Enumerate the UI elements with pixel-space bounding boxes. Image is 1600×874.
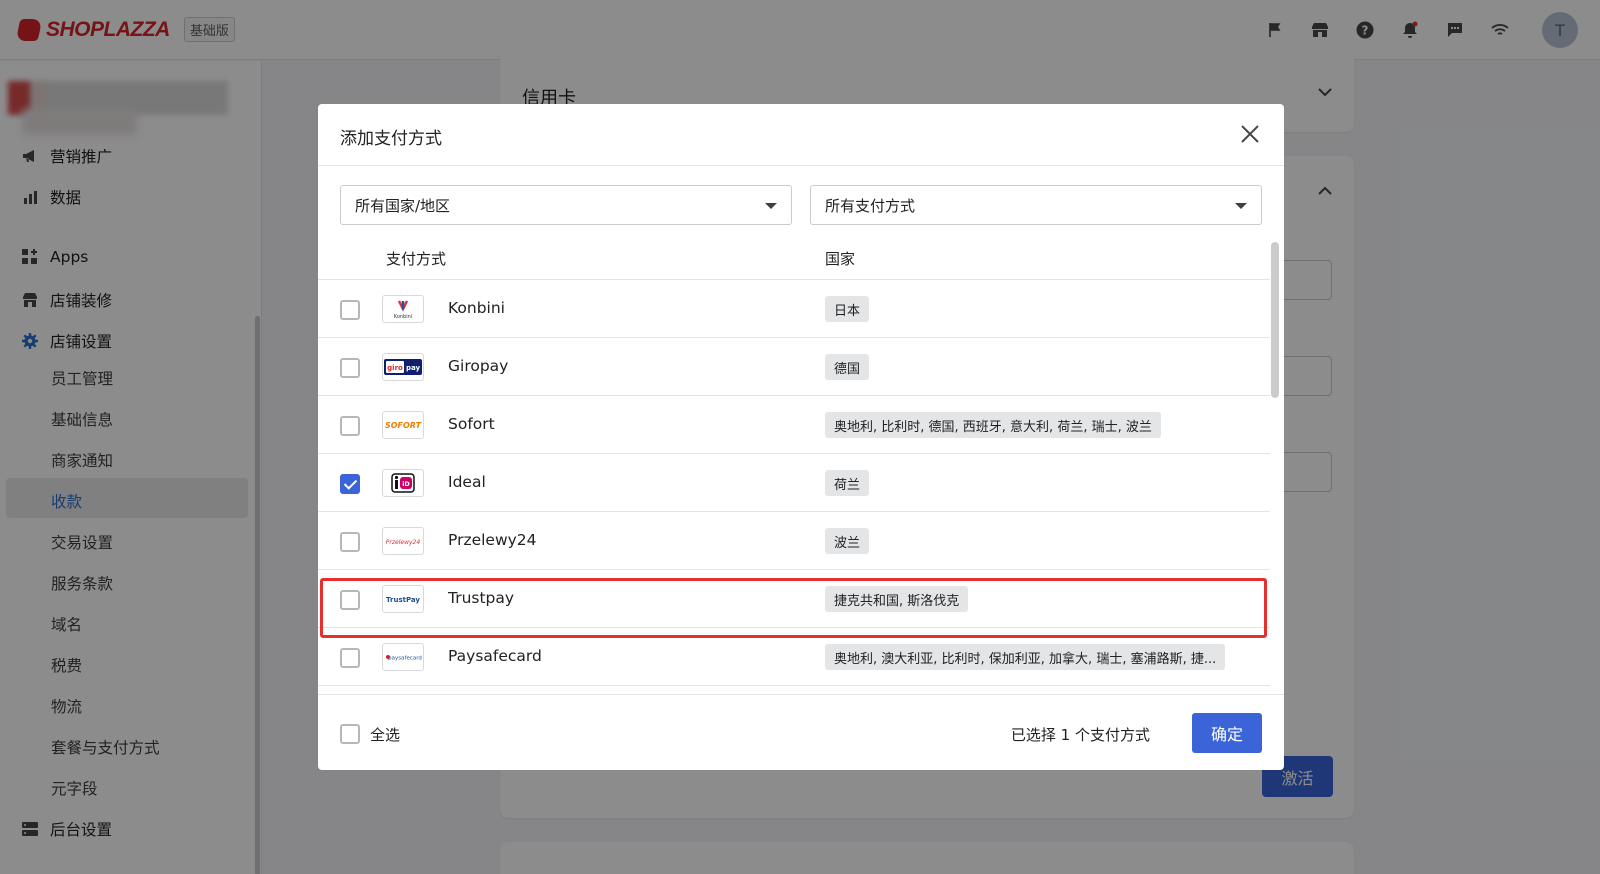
- column-header-country: 国家: [825, 250, 856, 268]
- country-tag: 荷兰: [825, 470, 870, 496]
- row-checkbox[interactable]: [340, 532, 360, 552]
- table-row[interactable]: Przelewy24 Przelewy24 波兰: [318, 512, 1270, 570]
- country-tag: 奥地利, 澳大利亚, 比利时, 保加利亚, 加拿大, 瑞士, 塞浦路斯, 捷..…: [825, 644, 1226, 670]
- svg-text:paysafecard: paysafecard: [388, 656, 422, 662]
- svg-text:Przelewy24: Przelewy24: [386, 539, 421, 546]
- payment-method-list: 支付方式 国家 Konbini Konbini 日本 giro pay Girop…: [318, 232, 1270, 694]
- row-checkbox[interactable]: [340, 416, 360, 436]
- svg-text:pay: pay: [406, 364, 421, 372]
- table-row[interactable]: giro pay Giropay 德国: [318, 338, 1270, 396]
- country-tag: 波兰: [825, 528, 870, 554]
- caret-down-icon: [765, 203, 777, 209]
- modal-header: 添加支付方式: [318, 104, 1284, 166]
- select-all-checkbox-wrap[interactable]: [340, 723, 360, 744]
- giropay-logo: giro pay: [382, 353, 424, 381]
- method-filter-select[interactable]: 所有支付方式: [810, 185, 1262, 225]
- table-row[interactable]: iD Ideal 荷兰: [318, 454, 1270, 512]
- svg-text:iD: iD: [402, 480, 410, 488]
- column-header-method: 支付方式: [386, 250, 447, 268]
- row-checkbox[interactable]: [340, 358, 360, 378]
- country-tag: 奥地利, 比利时, 德国, 西班牙, 意大利, 荷兰, 瑞士, 波兰: [825, 412, 1161, 438]
- modal-title: 添加支付方式: [340, 129, 442, 149]
- payment-method-name: Przelewy24: [448, 531, 537, 549]
- przelewy24-logo: Przelewy24: [382, 527, 424, 555]
- selection-highlight-box: [320, 578, 1267, 638]
- modal-scrollbar[interactable]: [1271, 242, 1279, 398]
- select-all-label[interactable]: 全选: [370, 724, 400, 745]
- payment-method-name: Giropay: [448, 357, 509, 375]
- row-checkbox[interactable]: [340, 300, 360, 320]
- payment-method-name: Paysafecard: [448, 647, 542, 665]
- add-payment-method-modal: 添加支付方式 所有国家/地区 所有支付方式 支付方式 国家 Konbini Ko…: [318, 104, 1284, 770]
- row-checkbox-checked[interactable]: [340, 474, 360, 494]
- paysafecard-logo: paysafecard: [382, 643, 424, 671]
- payment-method-name: Konbini: [448, 299, 505, 317]
- close-icon[interactable]: [1238, 122, 1262, 146]
- confirm-button[interactable]: 确定: [1192, 713, 1262, 753]
- country-filter-select[interactable]: 所有国家/地区: [340, 185, 792, 225]
- selected-count-text: 已选择 1 个支付方式: [1010, 726, 1150, 744]
- svg-text:Konbini: Konbini: [394, 314, 412, 320]
- select-all-checkbox[interactable]: [340, 723, 360, 744]
- caret-down-icon: [1235, 203, 1247, 209]
- table-row[interactable]: SOFORT Sofort 奥地利, 比利时, 德国, 西班牙, 意大利, 荷兰…: [318, 396, 1270, 454]
- row-checkbox[interactable]: [340, 648, 360, 668]
- country-filter-value: 所有国家/地区: [355, 196, 451, 215]
- konbini-logo: Konbini: [382, 295, 424, 323]
- svg-text:SOFORT: SOFORT: [385, 421, 422, 430]
- ideal-logo: iD: [382, 469, 424, 497]
- country-tag: 日本: [825, 296, 870, 322]
- payment-method-name: Sofort: [448, 415, 495, 433]
- table-row[interactable]: Konbini Konbini 日本: [318, 280, 1270, 338]
- modal-footer: 全选 已选择 1 个支付方式 确定: [318, 694, 1284, 770]
- svg-text:giro: giro: [387, 364, 403, 372]
- country-tag: 德国: [825, 354, 870, 380]
- payment-method-name: Ideal: [448, 473, 486, 491]
- method-filter-value: 所有支付方式: [825, 196, 916, 215]
- sofort-logo: SOFORT: [382, 411, 424, 439]
